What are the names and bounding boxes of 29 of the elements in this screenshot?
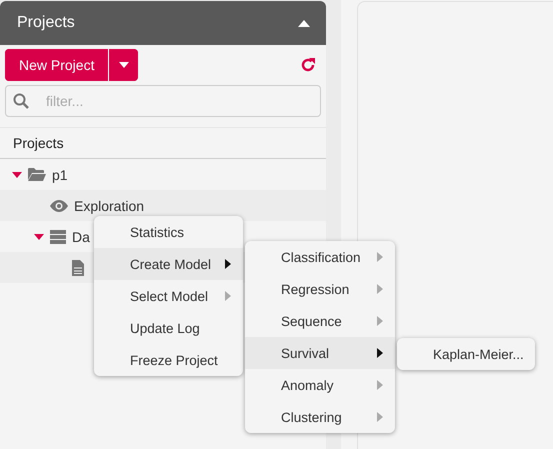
eye-icon (50, 200, 68, 212)
expanded-caret-icon (12, 172, 22, 178)
menu-item[interactable]: Sequence (245, 305, 395, 337)
folder-icon (28, 168, 46, 181)
menu-item[interactable]: Survival (245, 337, 395, 369)
menu-item[interactable]: Clustering (245, 401, 395, 433)
tree-item[interactable]: Da (72, 228, 90, 244)
menu-item[interactable]: Anomaly (245, 369, 395, 401)
collapse-caret-icon[interactable] (298, 20, 310, 26)
refresh-icon[interactable] (300, 57, 316, 73)
document-icon (72, 260, 84, 276)
menu-item[interactable]: Update Log (94, 312, 243, 344)
menu-item[interactable]: Statistics (94, 216, 243, 248)
tree-item[interactable]: p1 (52, 166, 68, 182)
tree-heading: Projects (13, 135, 64, 151)
new-project-button[interactable]: New Project (5, 49, 110, 81)
menu-item[interactable]: Freeze Project (94, 344, 243, 376)
menu-item[interactable]: Classification (245, 241, 395, 273)
menu-item[interactable]: Kaplan-Meier... (397, 338, 535, 370)
menu-item[interactable]: Create Model (94, 248, 243, 280)
menu-item[interactable]: Select Model (94, 280, 243, 312)
panel-title: Projects (17, 14, 75, 32)
menu-item[interactable]: Regression (245, 273, 395, 305)
caret-icon (118, 62, 129, 68)
filter-field[interactable]: filter... (5, 85, 321, 117)
tree-item[interactable]: Exploration (74, 198, 144, 214)
expanded-caret-icon (34, 234, 44, 240)
server-icon (50, 230, 66, 244)
search-icon (13, 93, 29, 109)
